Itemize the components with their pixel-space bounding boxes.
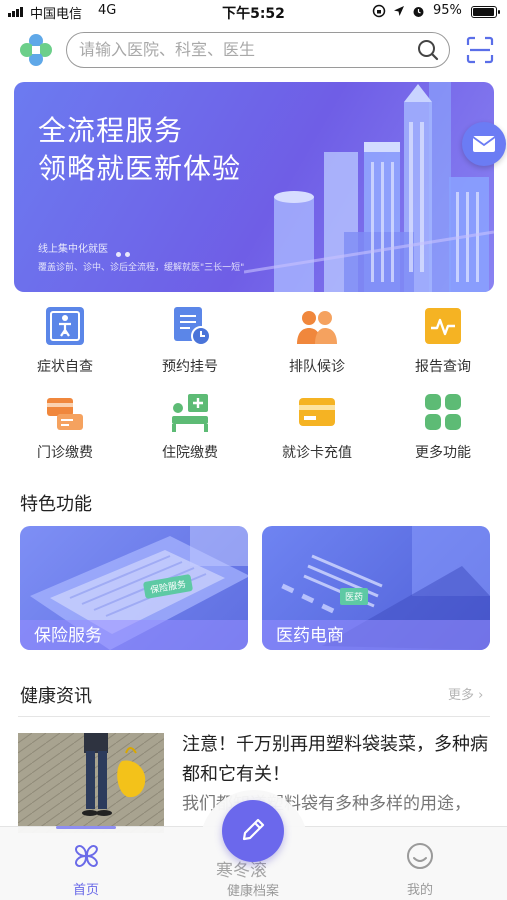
lock-rotation-icon — [372, 4, 386, 18]
tab-me-label: 我的 — [406, 883, 433, 898]
pencil-icon — [242, 818, 265, 841]
tab-records-label[interactable]: 健康档案 — [203, 880, 303, 899]
feature-label: 症状自查 — [37, 359, 93, 375]
hospital-logo-icon — [20, 34, 52, 66]
status-icons — [372, 4, 425, 19]
appointment-icon — [174, 307, 211, 346]
feature-label: 预约挂号 — [162, 359, 218, 375]
feature-symptom-check[interactable]: 症状自查 — [10, 300, 120, 380]
news-more-link[interactable]: 更多 › — [448, 684, 483, 703]
inpatient-payment-icon — [172, 394, 208, 432]
section-divider — [18, 716, 490, 717]
banner-description: 覆盖诊前、诊中、诊后全流程，缓解就医"三长一短" — [38, 263, 245, 273]
status-bar: 中国电信 4G 下午5:52 95% — [0, 0, 507, 24]
search-icon[interactable] — [417, 39, 439, 61]
news-thumbnail[interactable] — [18, 733, 164, 833]
tab-home-label: 首页 — [72, 883, 99, 898]
home-clover-icon — [75, 845, 98, 867]
pharmacy-image-tag: 医药 — [340, 588, 369, 605]
scan-icon[interactable] — [466, 36, 494, 64]
battery-icon — [471, 6, 500, 18]
pharmacy-card[interactable]: 医药 医药电商 — [262, 526, 490, 650]
banner-title-line2: 领略就医新体验 — [38, 152, 242, 185]
queue-icon — [297, 311, 337, 344]
status-time: 下午5:52 — [222, 6, 285, 22]
banner-title-line1: 全流程服务 — [38, 114, 184, 147]
news-title[interactable]: 注意！千万别再用塑料袋装菜，多种病都和它有关！ — [182, 730, 492, 790]
smiley-profile-icon — [407, 843, 433, 869]
feature-label: 就诊卡充值 — [282, 445, 352, 461]
feature-label: 门诊缴费 — [37, 445, 93, 461]
banner-title: 全流程服务 领略就医新体验 — [38, 112, 241, 188]
feature-card-recharge[interactable]: 就诊卡充值 — [262, 386, 372, 466]
card-recharge-icon — [299, 398, 335, 426]
banner-page-dots — [116, 242, 134, 261]
feature-label: 排队候诊 — [289, 359, 345, 375]
tab-me[interactable]: 我的 — [370, 830, 470, 898]
special-section-title: 特色功能 — [20, 494, 92, 515]
feature-label: 更多功能 — [415, 445, 471, 461]
city-illustration — [244, 82, 494, 292]
search-input[interactable] — [79, 33, 409, 66]
promo-banner[interactable]: 全流程服务 领略就医新体验 线上集中化就医 覆盖诊前、诊中、诊后全流程，缓解就医… — [14, 82, 494, 292]
alarm-icon — [413, 7, 424, 17]
feature-outpatient-payment[interactable]: 门诊缴费 — [10, 386, 120, 466]
report-icon — [425, 308, 461, 344]
tab-home[interactable]: 首页 — [36, 830, 136, 898]
outpatient-payment-icon — [47, 398, 83, 430]
pharmacy-card-label: 医药电商 — [276, 626, 344, 646]
feature-appointment[interactable]: 预约挂号 — [135, 300, 245, 380]
feature-queue[interactable]: 排队候诊 — [262, 300, 372, 380]
feature-label: 报告查询 — [415, 359, 471, 375]
location-icon — [393, 6, 404, 16]
feature-label: 住院缴费 — [162, 445, 218, 461]
search-bar[interactable] — [66, 32, 450, 68]
more-features-icon — [425, 394, 461, 430]
body-check-icon — [46, 307, 84, 345]
banner-subtitle: 线上集中化就医 — [38, 244, 108, 255]
message-button[interactable] — [462, 122, 506, 166]
insurance-card-label: 保险服务 — [34, 626, 102, 646]
insurance-card[interactable]: 保险服务 保险服务 — [20, 526, 248, 650]
feature-report[interactable]: 报告查询 — [388, 300, 498, 380]
news-photo — [18, 733, 164, 833]
battery-percent: 95% — [433, 3, 462, 18]
health-records-button[interactable] — [222, 800, 284, 862]
feature-more[interactable]: 更多功能 — [388, 386, 498, 466]
mail-icon — [472, 136, 496, 152]
feature-inpatient-payment[interactable]: 住院缴费 — [135, 386, 245, 466]
tab-active-indicator — [56, 826, 116, 829]
news-section-title: 健康资讯 — [20, 686, 92, 707]
